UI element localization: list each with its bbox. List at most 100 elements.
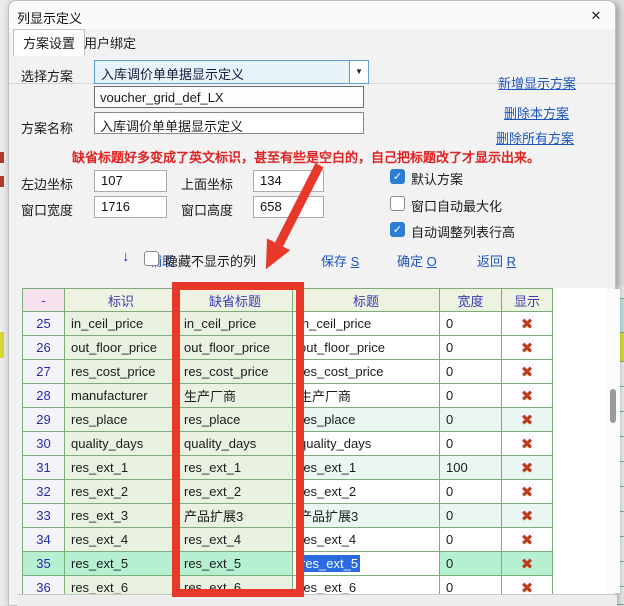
cell-row-number[interactable]: 25	[23, 312, 65, 336]
cell-display[interactable]: ✖	[502, 384, 553, 408]
cell-display[interactable]: ✖	[502, 576, 553, 595]
cell-default-title[interactable]: res_place	[178, 408, 293, 432]
not-displayed-icon[interactable]: ✖	[521, 580, 534, 595]
cell-title[interactable]: 产品扩展3	[293, 504, 440, 528]
cell-display[interactable]: ✖	[502, 456, 553, 480]
left-coord-input[interactable]: 107	[94, 170, 167, 192]
save-button[interactable]: 保存 S	[321, 251, 359, 270]
cell-display[interactable]: ✖	[502, 360, 553, 384]
cell-title[interactable]: res_ext_1	[293, 456, 440, 480]
cell-row-number[interactable]: 34	[23, 528, 65, 552]
cell-default-title[interactable]: res_ext_2	[178, 480, 293, 504]
checkbox-icon[interactable]	[144, 251, 159, 266]
link-0[interactable]: 新增显示方案	[498, 73, 576, 92]
cell-width[interactable]: 0	[440, 576, 502, 595]
top-coord-input[interactable]: 134	[253, 170, 324, 192]
vertical-scrollbar[interactable]	[606, 289, 620, 593]
cell-row-number[interactable]: 31	[23, 456, 65, 480]
cell-title[interactable]: res_ext_2	[293, 480, 440, 504]
cell-identifier[interactable]: res_ext_3	[65, 504, 178, 528]
cell-title[interactable]: 生产厂商	[293, 384, 440, 408]
cell-display[interactable]: ✖	[502, 504, 553, 528]
cell-display[interactable]: ✖	[502, 432, 553, 456]
cell-title[interactable]: res_ext_5	[293, 552, 440, 576]
cell-row-number[interactable]: 26	[23, 336, 65, 360]
scheme-code-field[interactable]: voucher_grid_def_LX	[94, 86, 364, 108]
close-icon[interactable]: ✕	[587, 7, 605, 25]
cell-row-number[interactable]: 29	[23, 408, 65, 432]
cell-title[interactable]: res_ext_6	[293, 576, 440, 595]
window-width-input[interactable]: 1716	[94, 196, 167, 218]
cell-identifier[interactable]: in_ceil_price	[65, 312, 178, 336]
cell-width[interactable]: 0	[440, 528, 502, 552]
chevron-down-icon[interactable]: ▼	[349, 61, 368, 83]
cell-row-number[interactable]: 30	[23, 432, 65, 456]
cell-display[interactable]: ✖	[502, 528, 553, 552]
cell-identifier[interactable]: res_ext_6	[65, 576, 178, 595]
cell-default-title[interactable]: out_floor_price	[178, 336, 293, 360]
cell-title[interactable]: res_cost_price	[293, 360, 440, 384]
column-header-5[interactable]: 显示	[502, 289, 553, 312]
column-header-4[interactable]: 宽度	[440, 289, 502, 312]
cell-identifier[interactable]: res_place	[65, 408, 178, 432]
not-displayed-icon[interactable]: ✖	[521, 340, 534, 357]
cell-default-title[interactable]: res_ext_5	[178, 552, 293, 576]
cell-title[interactable]: in_ceil_price	[293, 312, 440, 336]
cell-width[interactable]: 0	[440, 312, 502, 336]
cell-width[interactable]: 0	[440, 480, 502, 504]
tab-user-binding[interactable]: 用户绑定	[75, 31, 145, 56]
ok-button[interactable]: 确定 O	[397, 251, 437, 270]
column-header-0[interactable]: -	[23, 289, 65, 312]
cell-identifier[interactable]: res_ext_4	[65, 528, 178, 552]
cell-width[interactable]: 100	[440, 456, 502, 480]
cell-display[interactable]: ✖	[502, 552, 553, 576]
scheme-name-field[interactable]: 入库调价单单据显示定义	[94, 112, 364, 134]
scrollbar-thumb[interactable]	[610, 389, 616, 423]
not-displayed-icon[interactable]: ✖	[521, 364, 534, 381]
cell-identifier[interactable]: manufacturer	[65, 384, 178, 408]
cell-display[interactable]: ✖	[502, 312, 553, 336]
cell-identifier[interactable]: res_cost_price	[65, 360, 178, 384]
cell-default-title[interactable]: in_ceil_price	[178, 312, 293, 336]
cell-default-title[interactable]: 产品扩展3	[178, 504, 293, 528]
cell-width[interactable]: 0	[440, 552, 502, 576]
column-header-3[interactable]: 标题	[293, 289, 440, 312]
cell-identifier[interactable]: res_ext_5	[65, 552, 178, 576]
not-displayed-icon[interactable]: ✖	[521, 388, 534, 405]
cell-row-number[interactable]: 27	[23, 360, 65, 384]
back-button[interactable]: 返回 R	[477, 251, 516, 270]
cell-identifier[interactable]: out_floor_price	[65, 336, 178, 360]
cell-row-number[interactable]: 35	[23, 552, 65, 576]
column-header-1[interactable]: 标识	[65, 289, 178, 312]
checkbox-checked-icon[interactable]: ✓	[390, 169, 405, 184]
cell-row-number[interactable]: 28	[23, 384, 65, 408]
cell-identifier[interactable]: quality_days	[65, 432, 178, 456]
cell-title[interactable]: res_ext_4	[293, 528, 440, 552]
cell-width[interactable]: 0	[440, 432, 502, 456]
not-displayed-icon[interactable]: ✖	[521, 508, 534, 525]
cell-default-title[interactable]: quality_days	[178, 432, 293, 456]
cell-title[interactable]: out_floor_price	[293, 336, 440, 360]
cell-default-title[interactable]: res_ext_1	[178, 456, 293, 480]
not-displayed-icon[interactable]: ✖	[521, 484, 534, 501]
cell-title[interactable]: quality_days	[293, 432, 440, 456]
cell-default-title[interactable]: 生产厂商	[178, 384, 293, 408]
cell-title[interactable]: res_place	[293, 408, 440, 432]
cell-default-title[interactable]: res_ext_6	[178, 576, 293, 595]
cell-identifier[interactable]: res_ext_1	[65, 456, 178, 480]
cell-display[interactable]: ✖	[502, 408, 553, 432]
link-2[interactable]: 删除所有方案	[496, 128, 574, 147]
cell-width[interactable]: 0	[440, 360, 502, 384]
scheme-select-dropdown[interactable]: 入库调价单单据显示定义 ▼	[94, 60, 369, 84]
cell-width[interactable]: 0	[440, 504, 502, 528]
cell-identifier[interactable]: res_ext_2	[65, 480, 178, 504]
not-displayed-icon[interactable]: ✖	[521, 412, 534, 429]
not-displayed-icon[interactable]: ✖	[521, 532, 534, 549]
checkbox-checked-icon[interactable]: ✓	[390, 222, 405, 237]
cell-row-number[interactable]: 32	[23, 480, 65, 504]
cell-display[interactable]: ✖	[502, 480, 553, 504]
cell-width[interactable]: 0	[440, 384, 502, 408]
cell-default-title[interactable]: res_cost_price	[178, 360, 293, 384]
cell-width[interactable]: 0	[440, 408, 502, 432]
cell-default-title[interactable]: res_ext_4	[178, 528, 293, 552]
